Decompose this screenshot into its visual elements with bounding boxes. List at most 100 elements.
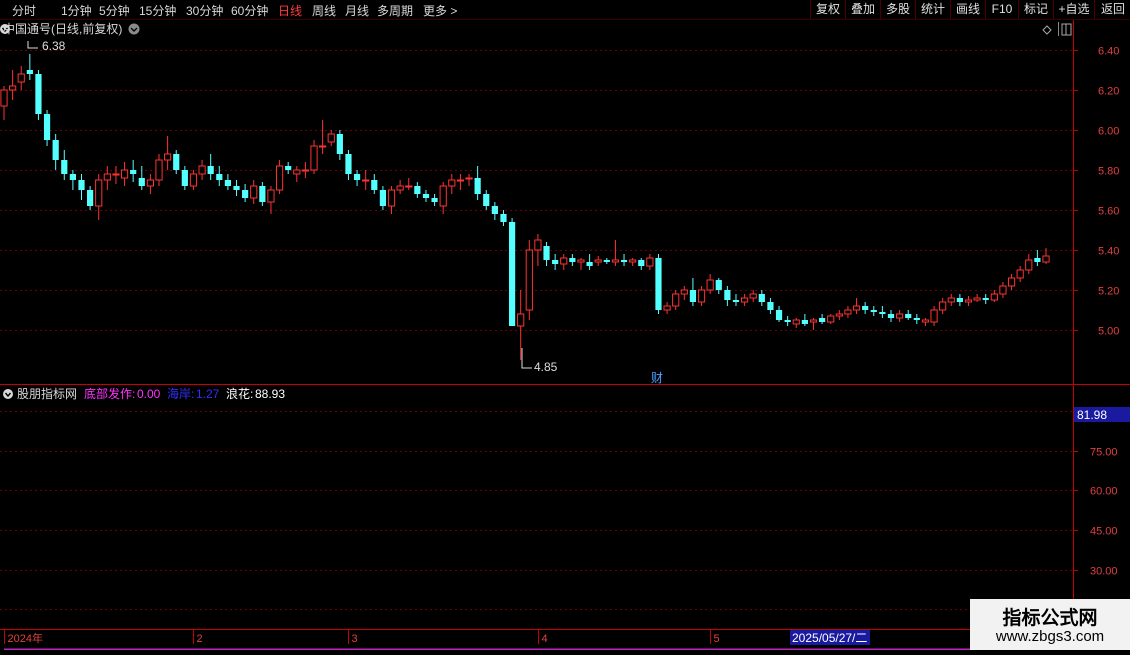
candle-body — [371, 180, 378, 190]
candle-body — [990, 293, 998, 301]
multi-stock-button[interactable]: 多股 — [880, 0, 915, 19]
candle-body — [103, 173, 111, 181]
indicator-y-tick-label: 60.00 — [1090, 486, 1118, 498]
candle-body — [887, 314, 895, 318]
candle-body — [577, 259, 585, 263]
candle-body — [680, 289, 688, 295]
period-tab-timeshare[interactable]: 分时 — [12, 2, 36, 19]
candle-body — [78, 180, 85, 190]
overlay-button[interactable]: 叠加 — [845, 0, 880, 19]
indicator-y-tick-label: 75.00 — [1090, 447, 1118, 459]
candle-body — [629, 259, 637, 263]
candle-body — [611, 259, 620, 263]
candle-body — [775, 310, 783, 320]
candle-body — [267, 189, 275, 203]
chart-svg[interactable]: 5.005.205.405.605.806.006.206.40 15.0030… — [0, 20, 1130, 650]
candle-body — [594, 259, 602, 263]
candle-body — [465, 177, 473, 180]
candle-body — [706, 279, 714, 291]
candle-body — [9, 85, 17, 91]
candle-body — [1034, 258, 1041, 262]
candle-body — [120, 169, 129, 179]
period-tab-weekly[interactable]: 周线 — [312, 2, 336, 19]
indicator-name: 股朋指标网 — [17, 386, 77, 401]
candle-body — [1025, 259, 1033, 271]
candle-body — [697, 289, 706, 303]
period-tab-1min[interactable]: 1分钟 — [61, 2, 92, 19]
back-button[interactable]: 返回 — [1094, 0, 1130, 19]
finance-marker[interactable]: 财 — [651, 371, 663, 385]
main-y-tick-label: 5.00 — [1098, 326, 1119, 338]
period-tab-5min[interactable]: 5分钟 — [99, 2, 130, 19]
candle-body — [198, 165, 206, 175]
candle-body — [956, 298, 963, 302]
mark-button[interactable]: 标记 — [1018, 0, 1053, 19]
low-marker: 4.85 — [534, 360, 558, 374]
add-watchlist-button[interactable]: +自选 — [1053, 0, 1094, 19]
candle-body — [732, 300, 740, 302]
candle-body — [0, 89, 8, 107]
period-tab-more[interactable]: 更多 > — [423, 2, 457, 19]
candle-body — [835, 313, 843, 317]
indicator-line3-value: 88.93 — [255, 387, 285, 401]
f10-button[interactable]: F10 — [985, 0, 1018, 19]
indicator-line1-value: 0.00 — [137, 387, 161, 401]
candle-body — [930, 309, 938, 323]
indicator-menu-icon[interactable] — [3, 389, 13, 399]
title-dropdown-icon[interactable] — [128, 23, 140, 35]
candle-body — [809, 319, 818, 323]
candle-body — [491, 206, 498, 214]
candle-body — [181, 170, 188, 186]
main-y-tick-label: 5.40 — [1098, 246, 1119, 258]
candle-body — [852, 305, 861, 311]
candle-body — [508, 222, 516, 326]
candle-body — [999, 285, 1007, 295]
candle-body — [913, 318, 920, 320]
candle-body — [405, 185, 413, 188]
candle-body — [207, 166, 214, 174]
candle-body — [844, 309, 852, 315]
candle-body — [293, 169, 301, 175]
restore-rights-button[interactable]: 复权 — [810, 0, 845, 19]
candle-body — [818, 318, 826, 322]
candle-body — [784, 320, 791, 322]
candle-body — [905, 314, 912, 318]
watermark-title: 指标公式网 — [1002, 608, 1098, 629]
candle-body — [896, 313, 904, 319]
candle-body — [173, 154, 180, 170]
draw-line-button[interactable]: 画线 — [950, 0, 985, 19]
candle-body — [387, 189, 396, 207]
x-tick-label: 2024年 — [8, 631, 43, 645]
candle-body — [1007, 277, 1016, 287]
candle-body — [61, 160, 68, 174]
main-y-tick-label: 5.20 — [1098, 286, 1119, 298]
candle-body — [431, 198, 438, 202]
candle-body — [448, 179, 456, 187]
candle-body — [982, 298, 989, 300]
candle-body — [792, 319, 800, 325]
candle-body — [689, 290, 697, 302]
x-tick-label: 5 — [714, 633, 720, 645]
candle-body — [603, 260, 610, 262]
watermark: 指标公式网 www.zbgs3.com — [970, 599, 1130, 650]
x-tick-label: 2 — [197, 633, 203, 645]
watermark-url: www.zbgs3.com — [995, 628, 1105, 645]
period-tab-multi[interactable]: 多周期 — [377, 2, 413, 19]
period-tab-monthly[interactable]: 月线 — [345, 2, 369, 19]
period-tab-daily[interactable]: 日线 — [278, 2, 302, 19]
candle-body — [224, 180, 232, 186]
period-tab-30min[interactable]: 30分钟 — [186, 2, 223, 19]
x-tick-label: 3 — [352, 633, 358, 645]
period-tab-60min[interactable]: 60分钟 — [231, 2, 268, 19]
candle-body — [250, 185, 258, 199]
candle-body — [275, 165, 284, 191]
indicator-line3-label: 浪花: — [226, 386, 253, 401]
candle-body — [483, 194, 490, 206]
candle-body — [767, 302, 774, 310]
toolbar: 分时 1分钟 5分钟 15分钟 30分钟 60分钟 日线 周线 月线 多周期 更… — [0, 0, 1130, 20]
period-tab-15min[interactable]: 15分钟 — [139, 2, 176, 19]
candle-body — [301, 169, 310, 172]
statistics-button[interactable]: 统计 — [915, 0, 950, 19]
candle-body — [638, 260, 645, 266]
candle-body — [620, 260, 628, 262]
